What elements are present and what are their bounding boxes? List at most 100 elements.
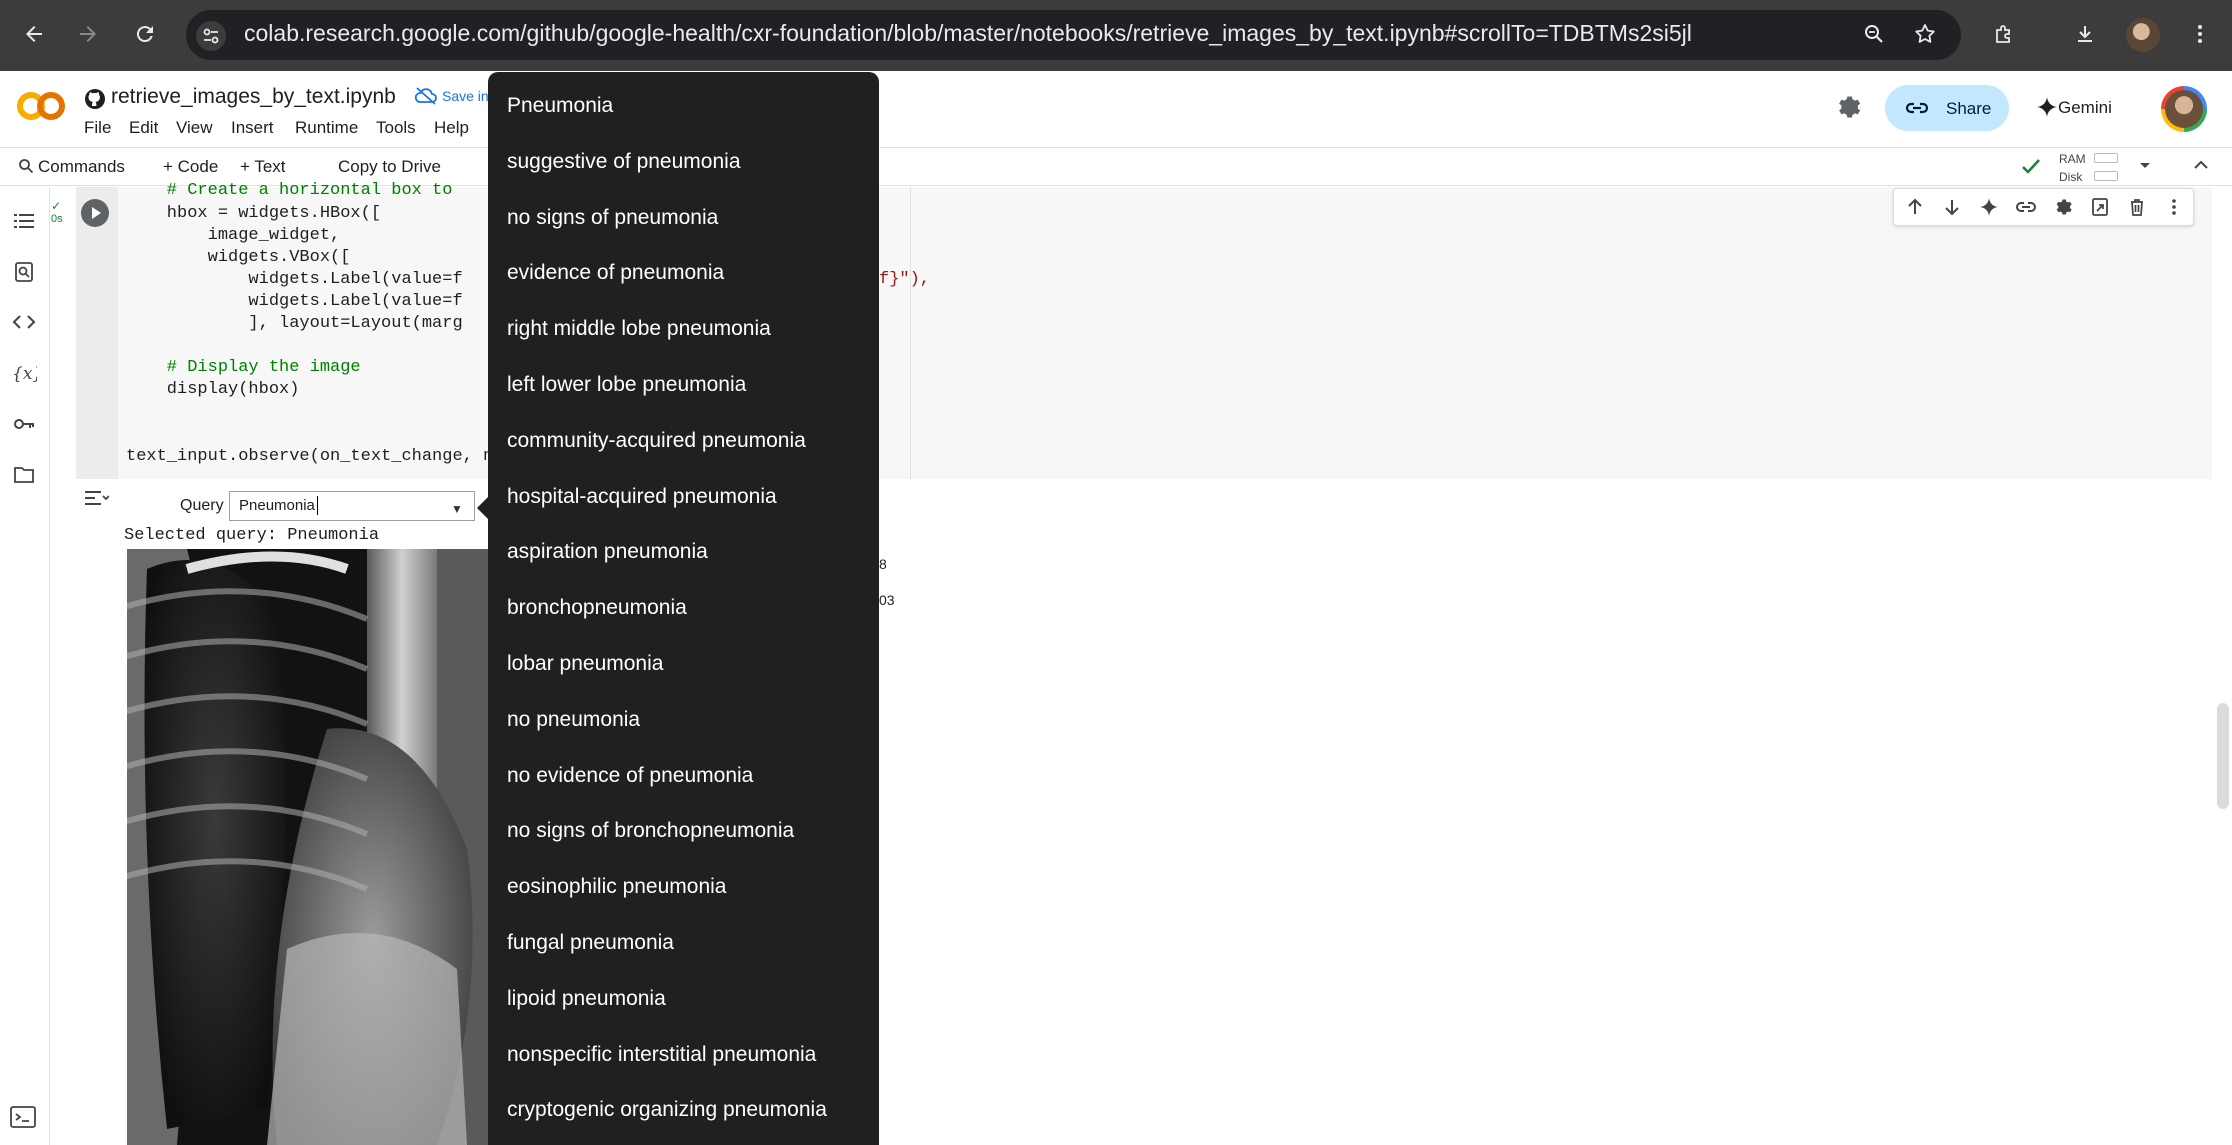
menu-help[interactable]: Help (434, 118, 469, 138)
output-actions-icon[interactable] (83, 487, 109, 509)
save-hint[interactable]: Save in (442, 88, 489, 104)
cell-settings-gear-icon[interactable] (2052, 196, 2074, 218)
move-up-icon[interactable] (1904, 196, 1926, 218)
menu-runtime[interactable]: Runtime (295, 118, 358, 138)
download-icon[interactable] (2065, 14, 2105, 54)
delete-trash-icon[interactable] (2126, 196, 2148, 218)
dropdown-option[interactable]: fungal pneumonia (507, 931, 674, 955)
code-line: # Display the image (126, 358, 361, 377)
dropdown-option[interactable]: right middle lobe pneumonia (507, 317, 771, 341)
move-down-icon[interactable] (1941, 196, 1963, 218)
query-value[interactable]: Pneumonia (239, 497, 315, 514)
dropdown-option[interactable]: aspiration pneumonia (507, 540, 708, 564)
github-icon (84, 88, 106, 110)
ram-meter (2094, 153, 2118, 163)
code-line: hbox = widgets.HBox([ (126, 204, 382, 223)
selected-query-output: Selected query: Pneumonia (124, 526, 380, 545)
code-line: # Create a horizontal box to (126, 181, 453, 200)
more-options-icon[interactable] (2163, 196, 2185, 218)
dropdown-option[interactable]: lipoid pneumonia (507, 987, 666, 1011)
chest-xray-image (127, 549, 489, 1145)
svg-text:{x}: {x} (12, 364, 37, 384)
menu-view[interactable]: View (176, 118, 213, 138)
cell-gutter (76, 187, 118, 479)
user-avatar-photo (2165, 90, 2203, 128)
menu-edit[interactable]: Edit (129, 118, 158, 138)
commands-button[interactable]: Commands (38, 157, 125, 177)
variables-icon[interactable]: {x} (9, 358, 39, 388)
secrets-key-icon[interactable] (9, 409, 39, 439)
dropdown-option[interactable]: nonspecific interstitial pneumonia (507, 1043, 816, 1067)
resource-indicator[interactable]: RAM Disk (2059, 150, 2086, 186)
menu-insert[interactable]: Insert (231, 118, 274, 138)
search-icon (18, 158, 34, 174)
browser-menu-icon[interactable] (2180, 14, 2220, 54)
code-cell[interactable] (76, 187, 2212, 479)
cloud-off-icon[interactable] (414, 86, 438, 106)
link-icon (1904, 97, 1930, 119)
result-value: 03 (879, 592, 895, 608)
disk-label: Disk (2059, 170, 2083, 184)
code-line: image_widget, (126, 226, 341, 245)
site-info-icon[interactable] (196, 21, 226, 51)
find-replace-icon[interactable] (9, 257, 39, 287)
cell-divider (910, 187, 911, 479)
settings-gear-icon[interactable] (1834, 93, 1862, 121)
files-folder-icon[interactable] (9, 460, 39, 490)
code-line-suffix: f}"), (879, 270, 931, 289)
disk-meter (2094, 171, 2118, 181)
chevron-down-icon[interactable] (2136, 156, 2154, 174)
forward-arrow-icon[interactable] (68, 14, 108, 54)
text-cursor (317, 496, 318, 515)
colab-logo-icon[interactable] (16, 90, 66, 122)
browser-profile-avatar[interactable] (2126, 18, 2160, 52)
dropdown-option[interactable]: evidence of pneumonia (507, 261, 724, 285)
table-of-contents-icon[interactable] (9, 206, 39, 236)
connected-check-icon (2020, 155, 2042, 177)
sparkle-icon[interactable] (1978, 196, 2000, 218)
dropdown-option[interactable]: no signs of bronchopneumonia (507, 819, 794, 843)
code-line: widgets.Label(value=f (126, 270, 463, 289)
ram-label: RAM (2059, 152, 2086, 166)
dropdown-option[interactable]: Pneumonia (507, 94, 613, 118)
dropdown-option[interactable]: hospital-acquired pneumonia (507, 485, 777, 509)
cell-toolbar (1893, 188, 2194, 226)
dropdown-option[interactable]: cryptogenic organizing pneumonia (507, 1098, 827, 1122)
code-line: display(hbox) (126, 380, 300, 399)
reload-icon[interactable] (125, 14, 165, 54)
check-mark-icon: ✓ (51, 199, 62, 213)
dropdown-option[interactable]: no signs of pneumonia (507, 206, 718, 230)
dropdown-option[interactable]: no pneumonia (507, 708, 640, 732)
terminal-icon[interactable] (9, 1105, 37, 1129)
back-arrow-icon[interactable] (14, 14, 54, 54)
page-scrollbar[interactable] (2217, 703, 2229, 809)
menu-tools[interactable]: Tools (376, 118, 416, 138)
dropdown-option[interactable]: no evidence of pneumonia (507, 764, 753, 788)
dropdown-caret-icon[interactable]: ▼ (451, 502, 463, 516)
zoom-icon[interactable] (1854, 14, 1894, 54)
bookmark-star-icon[interactable] (1905, 14, 1945, 54)
share-label: Share (1946, 99, 1992, 118)
code-snippets-icon[interactable] (9, 307, 39, 337)
dropdown-option[interactable]: suggestive of pneumonia (507, 150, 741, 174)
copy-to-drive-button[interactable]: Copy to Drive (338, 157, 441, 177)
link-cell-icon[interactable] (2015, 196, 2037, 218)
notebook-title[interactable]: retrieve_images_by_text.ipynb (111, 85, 396, 109)
gemini-sparkle-icon[interactable] (2037, 97, 2057, 117)
dropdown-option[interactable]: community-acquired pneumonia (507, 429, 806, 453)
gemini-label[interactable]: Gemini (2058, 98, 2112, 118)
dropdown-option[interactable]: lobar pneumonia (507, 652, 663, 676)
add-text-button[interactable]: + Text (240, 157, 286, 177)
run-cell-button[interactable] (81, 199, 109, 227)
dropdown-option[interactable]: bronchopneumonia (507, 596, 687, 620)
result-value: 8 (879, 556, 887, 572)
dropdown-option[interactable]: left lower lobe pneumonia (507, 373, 746, 397)
add-code-button[interactable]: + Code (163, 157, 218, 177)
chevron-up-icon[interactable] (2190, 154, 2212, 176)
url-text[interactable]: colab.research.google.com/github/google-… (244, 20, 1692, 47)
extensions-icon[interactable] (1984, 14, 2024, 54)
menu-file[interactable]: File (84, 118, 111, 138)
code-line: widgets.Label(value=f (126, 292, 463, 311)
mirror-cell-icon[interactable] (2089, 196, 2111, 218)
dropdown-option[interactable]: eosinophilic pneumonia (507, 875, 727, 899)
